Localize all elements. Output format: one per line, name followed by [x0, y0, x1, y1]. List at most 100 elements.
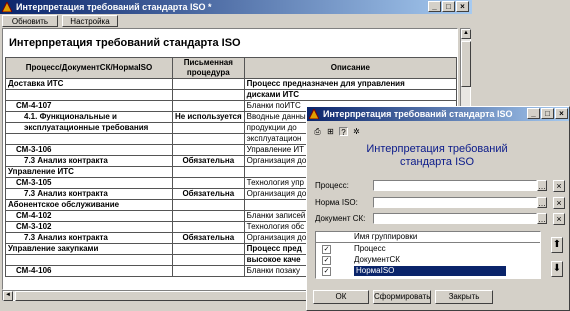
minimize-button[interactable]: _ [428, 1, 441, 12]
checkbox-document[interactable]: ✓ [322, 256, 331, 265]
grouping-item-label: ДокументСК [354, 255, 400, 264]
grouping-item-label: НормаISO [354, 266, 506, 276]
toolbar-print-icon[interactable]: ⎙ [313, 127, 322, 136]
cell-process: Управление закупками [5, 243, 173, 255]
vertical-scroll-thumb[interactable] [461, 41, 471, 87]
cell-process: 7.3 Анализ контракта [5, 155, 173, 167]
document-field[interactable] [373, 213, 537, 224]
dialog-minimize-button[interactable]: _ [527, 108, 540, 119]
toolbar-help-icon[interactable]: ? [339, 127, 348, 137]
col-header-procedure: Письменная процедура [171, 57, 245, 79]
dialog-heading: Интерпретация требований стандарта ISO [347, 143, 527, 169]
cell-procedure [171, 265, 245, 277]
process-field[interactable] [373, 180, 537, 191]
process-label: Процесс: [315, 181, 349, 190]
app-icon [1, 0, 13, 13]
grouping-item-iso-norm[interactable]: ✓ НормаISO [316, 266, 540, 276]
cell-procedure: Обязательна [171, 155, 245, 167]
move-down-button[interactable]: ⬇ [551, 261, 563, 277]
cell-procedure [171, 78, 245, 90]
report-title: Интерпретация требований стандарта ISO [9, 37, 241, 49]
cell-procedure [171, 100, 245, 112]
cell-description: дисками ИТС [243, 89, 457, 101]
table-row: Доставка ИТС Процесс предназначен для упр… [5, 78, 457, 90]
cell-process: СМ-4-102 [5, 210, 173, 222]
col-header-description: Описание [243, 57, 457, 79]
document-clear-button[interactable]: × [553, 213, 565, 225]
dialog-close-button[interactable]: × [555, 108, 568, 119]
col-header-procedure-label: Письменная процедура [183, 58, 233, 78]
cell-procedure [171, 89, 245, 101]
grouping-list-header: Имя группировки [316, 232, 540, 243]
cell-procedure [171, 254, 245, 266]
iso-norm-field[interactable] [373, 197, 537, 208]
grouping-item-label: Процесс [354, 244, 386, 253]
cell-process: СМ-3-105 [5, 177, 173, 189]
iso-norm-label: Норма ISO: [315, 198, 358, 207]
toolbar-tree-icon[interactable]: ⊞ [326, 127, 335, 136]
grouping-item-process[interactable]: ✓ Процесс [316, 244, 540, 254]
process-dropdown-button[interactable]: … [537, 180, 547, 191]
iso-norm-dropdown-button[interactable]: … [537, 197, 547, 208]
cell-procedure: Не используется [171, 111, 245, 123]
cell-procedure [171, 133, 245, 145]
process-clear-button[interactable]: × [553, 180, 565, 192]
cell-process: эксплуатационные требования [5, 122, 173, 134]
cell-procedure: Обязательна [171, 232, 245, 244]
cell-procedure [171, 166, 245, 178]
cell-process: Доставка ИТС [5, 78, 173, 90]
cell-description: Процесс предназначен для управления [243, 78, 457, 90]
cell-process: 7.3 Анализ контракта [5, 188, 173, 200]
ok-button[interactable]: ОК [313, 290, 369, 304]
cell-process [5, 254, 173, 266]
horizontal-scroll-thumb[interactable] [15, 291, 315, 301]
grouping-dialog: Интерпретация требований стандарта ISO _… [306, 106, 570, 311]
cell-procedure [171, 122, 245, 134]
cell-procedure [171, 177, 245, 189]
table-row: дисками ИТС [5, 89, 457, 101]
dialog-maximize-button[interactable]: □ [541, 108, 554, 119]
cell-procedure [171, 243, 245, 255]
form-button[interactable]: Сформировать [373, 290, 431, 304]
iso-norm-clear-button[interactable]: × [553, 197, 565, 209]
cell-process [5, 133, 173, 145]
document-label: Документ СК: [315, 214, 366, 223]
dialog-titlebar[interactable]: Интерпретация требований стандарта ISO _… [307, 107, 569, 121]
toolbar-settings-icon[interactable]: ✲ [352, 127, 361, 136]
grouping-list[interactable]: Имя группировки ✓ Процесс ✓ ДокументСК ✓… [315, 231, 541, 279]
grouping-item-document[interactable]: ✓ ДокументСК [316, 255, 540, 265]
maximize-button[interactable]: □ [442, 1, 455, 12]
dialog-icon [308, 107, 320, 120]
dialog-heading-line2: стандарта ISO [399, 156, 475, 168]
scroll-up-arrow[interactable]: ▲ [461, 29, 471, 39]
cell-process: СМ-3-106 [5, 144, 173, 156]
dialog-title: Интерпретация требований стандарта ISO [323, 109, 513, 119]
dialog-heading-line1: Интерпретация требований [366, 143, 508, 155]
settings-button[interactable]: Настройка [62, 15, 118, 27]
checkbox-iso-norm[interactable]: ✓ [322, 267, 331, 276]
move-up-button[interactable]: ⬆ [551, 237, 563, 253]
close-dialog-button[interactable]: Закрыть [435, 290, 493, 304]
cell-procedure [171, 221, 245, 233]
grouping-list-header-label: Имя группировки [354, 232, 418, 241]
cell-process: Абонентское обслуживание [5, 199, 173, 211]
cell-process [5, 89, 173, 101]
cell-procedure [171, 199, 245, 211]
cell-procedure: Обязательна [171, 188, 245, 200]
cell-process: 4.1. Функциональные и [5, 111, 173, 123]
main-title: Интерпретация требований стандарта ISO * [16, 2, 212, 12]
cell-process: 7.3 Анализ контракта [5, 232, 173, 244]
cell-process: СМ-3-102 [5, 221, 173, 233]
cell-procedure [171, 144, 245, 156]
document-dropdown-button[interactable]: … [537, 213, 547, 224]
cell-process: СМ-4-107 [5, 100, 173, 112]
cell-process: СМ-4-106 [5, 265, 173, 277]
cell-process: Управление ИТС [5, 166, 173, 178]
main-titlebar[interactable]: Интерпретация требований стандарта ISO *… [0, 0, 472, 14]
col-header-process: Процесс/ДокументСК/НормаISO [5, 57, 173, 79]
scroll-left-arrow[interactable]: ◄ [3, 291, 13, 301]
close-button[interactable]: × [456, 1, 469, 12]
cell-procedure [171, 210, 245, 222]
checkbox-process[interactable]: ✓ [322, 245, 331, 254]
refresh-button[interactable]: Обновить [2, 15, 58, 27]
